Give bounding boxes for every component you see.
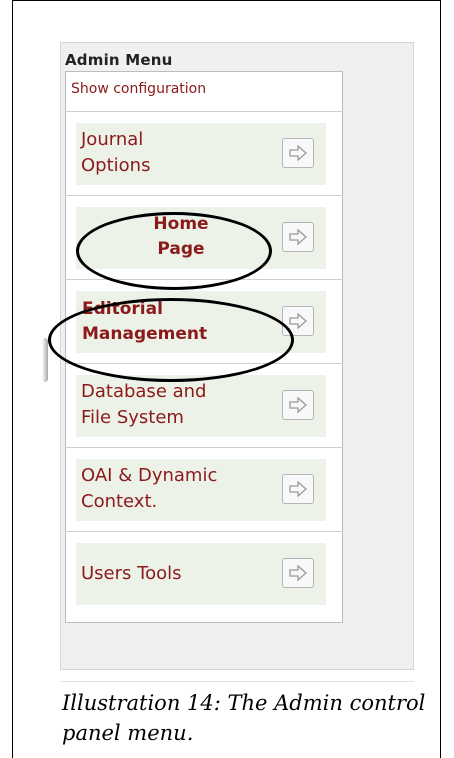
figure-caption: Illustration 14: The Admin control panel…: [62, 691, 426, 745]
arrow-right-icon: [289, 145, 307, 161]
menu-item-journal-options-button[interactable]: [282, 138, 314, 168]
menu-item-users-tools-button[interactable]: [282, 558, 314, 588]
menu-item-label[interactable]: Journal Options: [81, 127, 271, 179]
highlight-oval-home-page: [76, 212, 272, 290]
arrow-right-icon: [289, 397, 307, 413]
menu-item-background: Journal Options: [76, 123, 326, 185]
show-configuration-link[interactable]: Show configuration: [66, 72, 342, 112]
menu-item-label-line1: OAI & Dynamic: [81, 465, 218, 486]
menu-item-label[interactable]: Database and File System: [81, 379, 271, 431]
oval-shadow-mark: [42, 338, 48, 382]
page-frame-left: [12, 0, 13, 758]
highlight-oval-editorial-management: [48, 298, 294, 382]
menu-item-journal-options[interactable]: Journal Options: [66, 112, 342, 196]
menu-item-background: Users Tools: [76, 543, 326, 605]
menu-item-users-tools[interactable]: Users Tools: [66, 532, 342, 616]
menu-item-label-line2: Context.: [81, 491, 158, 512]
caption-divider: [60, 681, 414, 682]
menu-item-background: OAI & Dynamic Context.: [76, 459, 326, 521]
menu-item-database-file-system-button[interactable]: [282, 390, 314, 420]
menu-item-label-line2: File System: [81, 407, 184, 428]
menu-item-background: Database and File System: [76, 375, 326, 437]
arrow-right-icon: [289, 313, 307, 329]
arrow-right-icon: [289, 481, 307, 497]
page-frame-right: [440, 0, 441, 758]
menu-item-label-line1: Database and: [81, 381, 207, 402]
menu-item-oai-dynamic-context-button[interactable]: [282, 474, 314, 504]
menu-item-label[interactable]: OAI & Dynamic Context.: [81, 463, 271, 515]
menu-item-label-line1: Journal: [81, 129, 144, 150]
menu-item-label-line2: Options: [81, 155, 151, 176]
admin-menu-title: Admin Menu: [65, 51, 173, 69]
menu-item-label[interactable]: Users Tools: [81, 561, 271, 587]
menu-item-oai-dynamic-context[interactable]: OAI & Dynamic Context.: [66, 448, 342, 532]
page-frame-top: [12, 0, 441, 1]
menu-item-home-page-button[interactable]: [282, 222, 314, 252]
arrow-right-icon: [289, 565, 307, 581]
arrow-right-icon: [289, 229, 307, 245]
